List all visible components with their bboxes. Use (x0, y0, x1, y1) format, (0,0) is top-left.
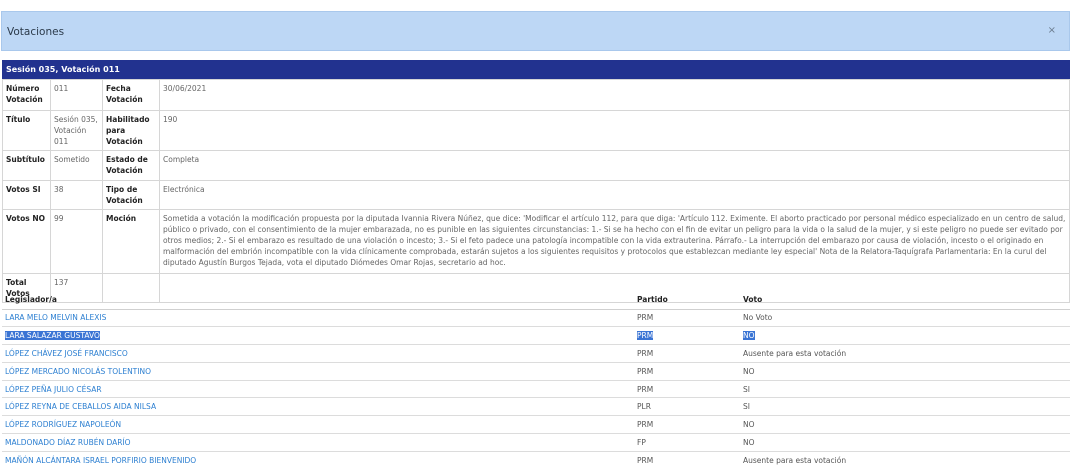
table-row: LÓPEZ CHÁVEZ JOSÉ FRANCISCO PRM Ausente … (2, 344, 1070, 363)
votos-no-label: Votos NO (2, 209, 51, 274)
modal-header: Votaciones × (1, 11, 1070, 51)
column-header-partido[interactable]: Partido (634, 291, 740, 310)
legislator-link[interactable]: LARA MELO MELVIN ALEXIS (5, 313, 106, 322)
tipo-label: Tipo de Votación (102, 180, 160, 210)
mocion-value: Sometida a votación la modificación prop… (159, 209, 1070, 274)
table-row: LARA SALAZAR GUSTAVO PRM NO (2, 326, 1070, 346)
habilitado-label: Habilitado para Votación (102, 110, 160, 151)
vote-cell: NO (743, 420, 755, 430)
table-row: MAÑÓN ALCÁNTARA ISRAEL PORFIRIO BIENVENI… (2, 451, 1070, 469)
numero-label: Número Votación (2, 79, 51, 111)
votos-si-value: 38 (50, 180, 103, 210)
table-row: LÓPEZ RODRÍGUEZ NAPOLEÓN PRM NO (2, 415, 1070, 435)
party-cell: FP (637, 437, 646, 447)
titulo-value: Sesión 035, Votación 011 (50, 110, 103, 151)
party-cell: PRM (637, 384, 654, 394)
legislator-link[interactable]: MALDONADO DÍAZ RUBÉN DARÍO (5, 438, 131, 447)
estado-value: Completa (159, 150, 1070, 181)
legislator-link[interactable]: LÓPEZ MERCADO NICOLÁS TOLENTINO (5, 367, 151, 376)
party-cell: PRM (637, 331, 654, 341)
modal-title: Votaciones (7, 26, 65, 38)
table-row: LÓPEZ REYNA DE CEBALLOS AIDA NILSA PLR S… (2, 397, 1070, 417)
habilitado-value: 190 (159, 110, 1070, 151)
vote-cell: NO (743, 366, 755, 376)
party-cell: PLR (637, 402, 651, 412)
table-row: MALDONADO DÍAZ RUBÉN DARÍO FP NO (2, 433, 1070, 452)
vote-cell: SI (743, 384, 750, 394)
vote-cell: Ausente para esta votación (743, 348, 847, 358)
numero-value: 011 (50, 79, 103, 111)
subtitulo-label: Subtítulo (2, 150, 51, 181)
subtitulo-value: Sometido (50, 150, 103, 181)
party-cell: PRM (637, 455, 654, 465)
tipo-value: Electrónica (159, 180, 1070, 210)
column-header-voto[interactable]: Voto (740, 291, 1070, 310)
vote-cell: No Voto (743, 313, 773, 323)
titulo-label: Título (2, 110, 51, 151)
vote-details-table: Número Votación 011 Fecha Votación 30/06… (2, 79, 1070, 303)
party-cell: PRM (637, 348, 654, 358)
party-cell: PRM (637, 366, 654, 376)
legislator-link[interactable]: LÓPEZ CHÁVEZ JOSÉ FRANCISCO (5, 349, 128, 358)
table-row: LÓPEZ PEÑA JULIO CÉSAR PRM SI (2, 380, 1070, 399)
session-header: Sesión 035, Votación 011 (2, 60, 1070, 79)
fecha-value: 30/06/2021 (159, 79, 1070, 111)
legislator-link[interactable]: LÓPEZ REYNA DE CEBALLOS AIDA NILSA (5, 402, 156, 411)
vote-cell: SI (743, 402, 750, 412)
fecha-label: Fecha Votación (102, 79, 160, 111)
legislator-link[interactable]: LÓPEZ RODRÍGUEZ NAPOLEÓN (5, 420, 121, 429)
column-header-legislador[interactable]: Legislador/a (2, 291, 634, 310)
close-button[interactable]: × (1048, 26, 1056, 36)
estado-label: Estado de Votación (102, 150, 160, 181)
table-row: LARA MELO MELVIN ALEXIS PRM No Voto (2, 309, 1070, 328)
mocion-label: Moción (102, 209, 160, 274)
vote-cell: Ausente para esta votación (743, 455, 847, 465)
legislator-link[interactable]: LÓPEZ PEÑA JULIO CÉSAR (5, 385, 102, 394)
legislator-link[interactable]: MAÑÓN ALCÁNTARA ISRAEL PORFIRIO BIENVENI… (5, 456, 196, 465)
party-cell: PRM (637, 313, 654, 323)
table-row: LÓPEZ MERCADO NICOLÁS TOLENTINO PRM NO (2, 362, 1070, 381)
votos-no-value: 99 (50, 209, 103, 274)
votos-si-label: Votos SI (2, 180, 51, 210)
legislator-link[interactable]: LARA SALAZAR GUSTAVO (5, 331, 100, 341)
vote-cell: NO (743, 331, 755, 341)
vote-cell: NO (743, 437, 755, 447)
legislators-table: Legislador/a Partido Voto LARA MELO MELV… (2, 291, 1070, 469)
party-cell: PRM (637, 420, 654, 430)
